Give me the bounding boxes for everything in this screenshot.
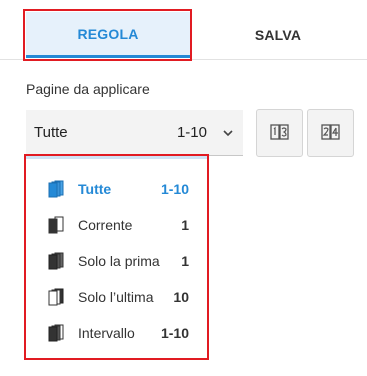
option-corrente[interactable]: Corrente 1 bbox=[26, 207, 207, 243]
option-count: 1-10 bbox=[160, 325, 189, 341]
last-page-icon bbox=[48, 288, 64, 306]
option-count: 10 bbox=[173, 289, 189, 305]
pages-to-apply-label: Pagine da applicare bbox=[26, 81, 150, 97]
option-solo-la-prima[interactable]: Solo la prima 1 bbox=[26, 243, 207, 279]
all-pages-icon bbox=[48, 180, 64, 198]
tab-regola[interactable]: REGOLA bbox=[26, 12, 190, 58]
even-pages-button[interactable] bbox=[307, 109, 354, 157]
option-label: Corrente bbox=[78, 217, 133, 233]
pages-dropdown: Tutte 1-10 Corrente 1 Solo la prima 1 So… bbox=[26, 156, 207, 357]
even-pages-icon bbox=[320, 124, 340, 140]
pages-select[interactable]: Tutte 1-10 bbox=[26, 110, 243, 156]
tab-bar: REGOLA SALVA bbox=[0, 0, 367, 60]
option-label: Solo l’ultima bbox=[78, 289, 154, 305]
option-count: 1 bbox=[181, 217, 189, 233]
option-count: 1-10 bbox=[160, 181, 189, 197]
page-range-icon bbox=[48, 324, 64, 342]
option-intervallo[interactable]: Intervallo 1-10 bbox=[26, 315, 207, 351]
option-count: 1 bbox=[181, 253, 189, 269]
chevron-down-icon bbox=[223, 130, 233, 137]
pages-select-value: Tutte bbox=[34, 124, 68, 141]
odd-pages-button[interactable] bbox=[256, 109, 303, 157]
odd-pages-icon bbox=[269, 124, 289, 140]
pages-select-range: 1-10 bbox=[176, 124, 207, 141]
option-label: Intervallo bbox=[78, 325, 135, 341]
option-tutte[interactable]: Tutte 1-10 bbox=[26, 171, 207, 207]
option-solo-l-ultima[interactable]: Solo l’ultima 10 bbox=[26, 279, 207, 315]
option-label: Solo la prima bbox=[78, 253, 160, 269]
first-page-icon bbox=[48, 252, 64, 270]
current-page-icon bbox=[48, 216, 64, 234]
option-label: Tutte bbox=[78, 181, 112, 197]
tab-salva[interactable]: SALVA bbox=[196, 12, 360, 58]
